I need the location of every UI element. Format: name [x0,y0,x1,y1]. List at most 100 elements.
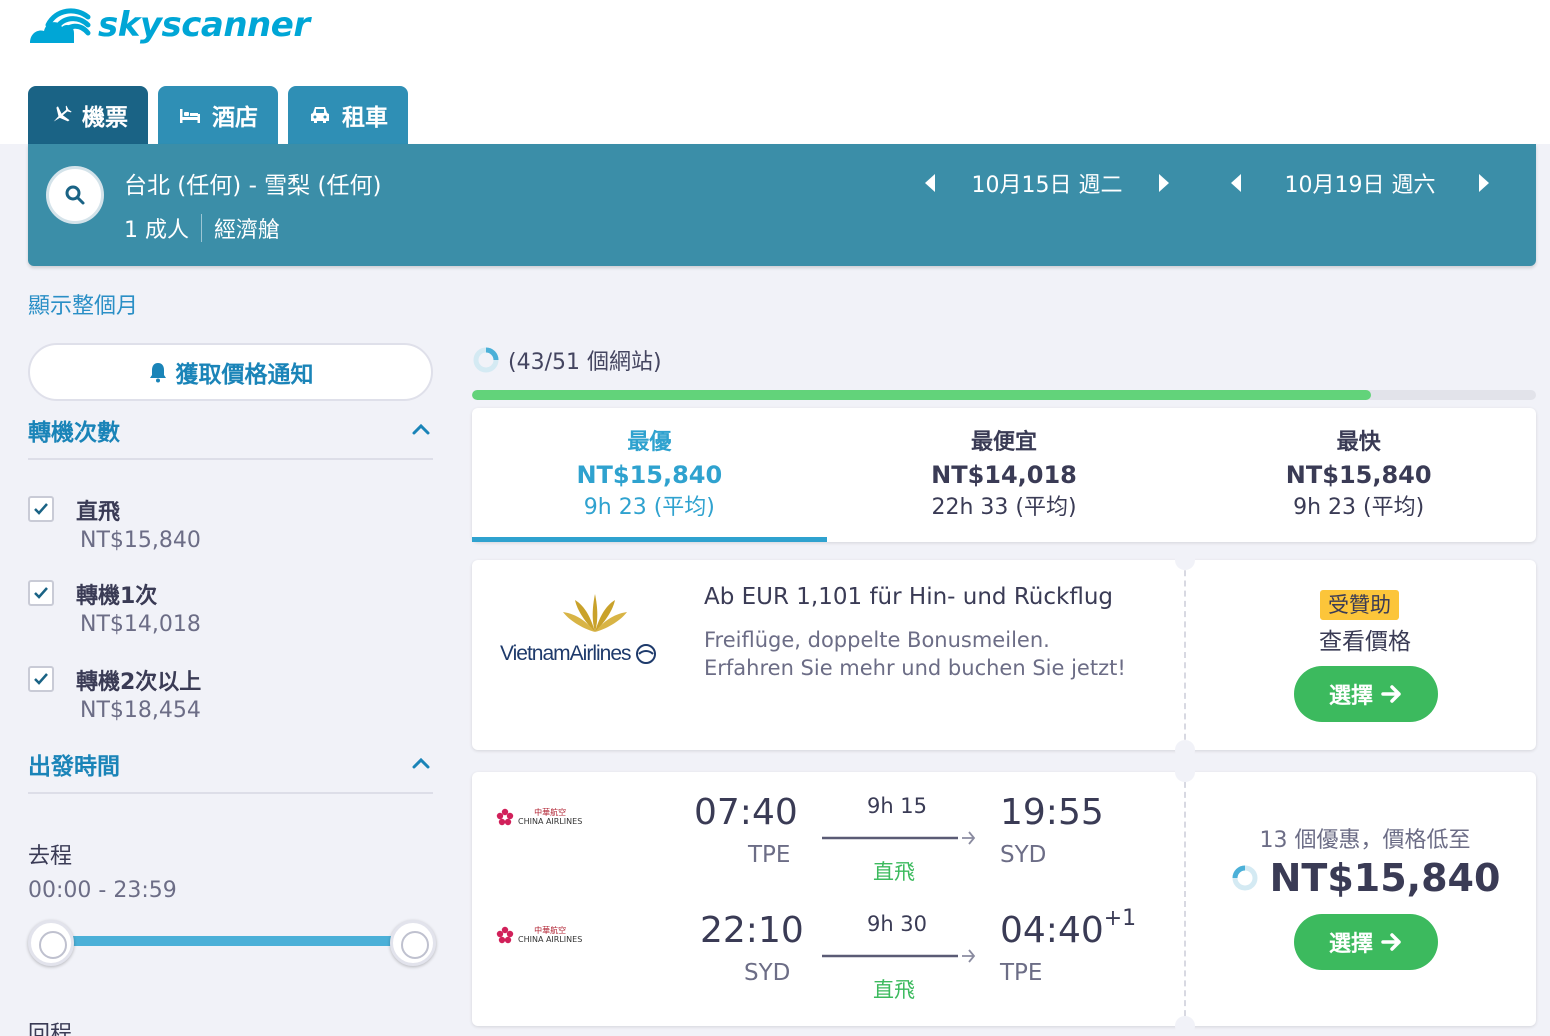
brand-name: skyscanner [98,5,310,45]
airline-cn-text: 中華航空 [534,926,567,935]
vietnam-airlines-logo: VietnamAirlines [500,592,690,666]
return-date[interactable]: 10月19日 週六 [1246,167,1474,199]
return-prev-arrow[interactable] [1226,171,1246,195]
departure-time: 22:10 [700,910,804,951]
stops-label: 直飛 [873,978,915,1002]
triangle-right-icon [1479,174,1489,192]
return-leg: 中華航空 CHINA AIRLINES 22:10 SYD 9h 30 直飛 0… [472,890,1184,1002]
arrival-time-value: 19:55 [1000,792,1104,833]
divider [28,458,433,460]
car-icon [311,107,329,123]
depart-date-picker: 10月15日 週二 [920,168,1174,198]
price-alert-label: 獲取價格通知 [175,362,314,388]
search-progress-fill [472,390,1372,400]
tab-flights-label: 機票 [82,105,128,131]
check-icon [34,587,48,599]
departure-airport: TPE [748,842,791,868]
lowest-price: NT$15,840 [1194,856,1536,900]
ticket-notch [1175,550,1195,570]
sites-status-text: (43/51 個網站) [508,350,662,375]
tab-car-hire[interactable]: 租車 [288,86,408,144]
stops-option-price: NT$18,454 [80,698,201,723]
show-whole-month-link[interactable]: 顯示整個月 [28,288,138,320]
ticket-notch [1175,740,1195,760]
search-icon [65,185,85,205]
checkbox[interactable] [28,580,54,606]
plum-blossom-icon [496,926,514,944]
route-text[interactable]: 台北 (任何) - 雪梨 (任何) [124,166,381,200]
price-alert-button[interactable]: 獲取價格通知 [28,343,433,401]
bell-icon [149,363,166,383]
sort-tab-title: 最快 [1336,430,1381,455]
triangle-left-icon [925,174,935,192]
sort-tab-price: NT$14,018 [931,461,1077,489]
ad-description: Freiflüge, doppelte Bonusmeilen. Erfahre… [704,626,1126,682]
ad-description-line: Erfahren Sie mehr und buchen Sie jetzt! [704,656,1126,680]
return-next-arrow[interactable] [1474,171,1494,195]
flight-path-line [822,831,976,845]
triangle-left-icon [1231,174,1241,192]
ticket-notch [1175,1016,1195,1036]
stops-filter-header[interactable]: 轉機次數 [28,410,433,450]
ad-title: Ab EUR 1,101 für Hin- und Rückflug [704,584,1113,610]
stops-option-label: 直飛 [76,500,121,525]
checkbox[interactable] [28,666,54,692]
view-price-text: 查看價格 [1319,629,1411,655]
bed-icon [180,109,200,123]
plane-icon [53,105,72,122]
passenger-cabin[interactable]: 1 成人 經濟艙 [124,212,280,244]
slider-handle-start[interactable] [28,920,74,966]
cabin-text: 經濟艙 [214,218,281,243]
lowest-price-value: NT$15,840 [1269,856,1501,900]
sort-tab-duration: 9h 23 (平均) [1293,495,1425,520]
lotus-icon [563,594,627,632]
deals-count-text: 13 個優惠，價格低至 [1259,828,1471,853]
sort-tab-best[interactable]: 最優 NT$15,840 9h 23 (平均) [472,408,827,542]
airline-cn-text: 中華航空 [534,808,567,817]
loading-spinner-icon [473,347,499,373]
sort-tab-title: 最便宜 [971,430,1038,455]
arrival-time: 04:40+1 [1000,906,1136,951]
skyteam-icon [635,644,656,664]
stops-filter-title: 轉機次數 [28,420,120,446]
tab-flights[interactable]: 機票 [28,86,148,144]
ad-select-button[interactable]: 選擇 [1294,666,1438,722]
departure-time-filter-header[interactable]: 出發時間 [28,744,433,784]
checkbox[interactable] [28,496,54,522]
sort-tab-fastest[interactable]: 最快 NT$15,840 9h 23 (平均) [1181,408,1536,542]
sort-tab-title: 最優 [627,430,672,455]
flight-result-card[interactable]: 中華航空 CHINA AIRLINES 07:40 TPE 9h 15 直飛 1… [472,762,1536,1036]
plum-blossom-icon [496,808,514,826]
search-summary-bar: 台北 (任何) - 雪梨 (任何) 1 成人 經濟艙 10月15日 週二 10月… [28,144,1536,266]
check-icon [34,503,48,515]
sort-tabs: 最優 NT$15,840 9h 23 (平均) 最便宜 NT$14,018 22… [472,408,1536,542]
tab-car-hire-label: 租車 [342,105,388,131]
separator [201,214,202,242]
select-label: 選擇 [1328,684,1373,709]
tab-hotels[interactable]: 酒店 [158,86,278,144]
outbound-time-slider-track[interactable] [52,936,413,946]
select-label: 選擇 [1328,932,1373,957]
flight-duration: 9h 30 [866,912,928,936]
vietnam-airlines-wordmark: VietnamAirlines [500,642,632,665]
outbound-time-range: 00:00 - 23:59 [28,878,177,903]
depart-date[interactable]: 10月15日 週二 [940,167,1154,199]
tab-hotels-label: 酒店 [212,105,258,131]
skyscanner-logo[interactable]: skyscanner [26,2,310,48]
arrow-right-icon [1381,933,1401,951]
check-icon [34,673,48,685]
airline-en-text: CHINA AIRLINES [518,817,583,826]
airline-en-text: CHINA AIRLINES [518,935,583,944]
depart-next-arrow[interactable] [1154,171,1174,195]
triangle-right-icon [1159,174,1169,192]
product-tabs: 機票 酒店 租車 [28,86,408,144]
slider-handle-end[interactable] [390,920,436,966]
departure-airport: SYD [744,960,791,986]
flight-select-button[interactable]: 選擇 [1294,914,1438,970]
sponsored-ad-card[interactable]: VietnamAirlines Ab EUR 1,101 für Hin- un… [472,550,1536,760]
passengers-text: 1 成人 [124,218,189,243]
ticket-perforation [1184,560,1186,750]
depart-prev-arrow[interactable] [920,171,940,195]
search-button[interactable] [46,166,104,224]
sort-tab-cheapest[interactable]: 最便宜 NT$14,018 22h 33 (平均) [827,408,1182,542]
